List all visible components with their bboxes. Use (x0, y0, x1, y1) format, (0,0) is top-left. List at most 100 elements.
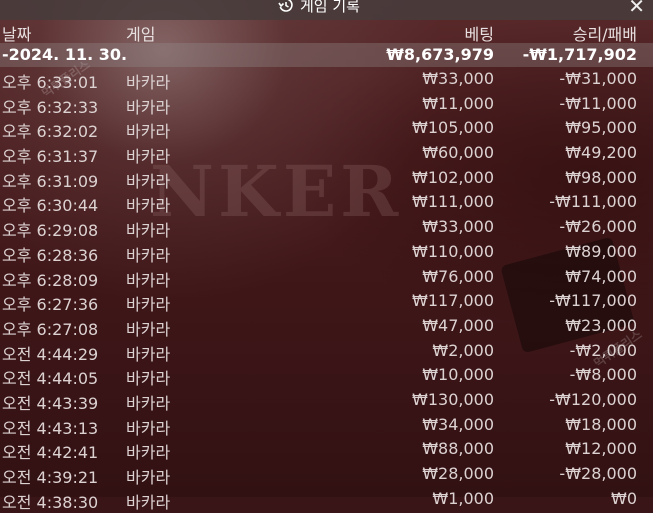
table-row[interactable]: 오전 4:39:21 바카라 ₩28,000 -₩28,000 (0, 462, 653, 487)
summary-result-total: -₩1,717,902 (522, 45, 637, 64)
row-bet: ₩76,000 (422, 266, 494, 286)
row-game: 바카라 (126, 418, 171, 438)
table-row[interactable]: 오후 6:28:09 바카라 ₩76,000 ₩74,000 (0, 265, 653, 290)
row-result: -₩8,000 (569, 365, 637, 385)
table-row[interactable]: 오후 6:31:37 바카라 ₩60,000 ₩49,200 (0, 141, 653, 166)
table-row[interactable]: 오전 4:44:05 바카라 ₩10,000 -₩8,000 (0, 363, 653, 388)
table-row[interactable]: 오후 6:33:01 바카라 ₩33,000 -₩31,000 (0, 67, 653, 92)
row-game: 바카라 (126, 319, 171, 339)
column-header-bet[interactable]: 베팅 (465, 21, 494, 45)
row-game: 바카라 (126, 245, 171, 265)
row-result: ₩0 (611, 488, 637, 508)
row-game: 바카라 (126, 468, 171, 487)
row-bet: ₩117,000 (412, 291, 494, 311)
row-bet: ₩34,000 (422, 414, 494, 434)
row-game: 바카라 (126, 122, 171, 142)
table-row[interactable]: 오전 4:38:30 바카라 ₩1,000 ₩0 (0, 487, 653, 512)
table-row[interactable]: 오후 6:29:08 바카라 ₩33,000 -₩26,000 (0, 215, 653, 240)
row-bet: ₩130,000 (412, 389, 494, 409)
row-bet: ₩33,000 (422, 217, 494, 237)
row-bet: ₩102,000 (412, 167, 494, 187)
date-summary-row[interactable]: -2024. 11. 30. ₩8,673,979 -₩1,717,902 (0, 43, 653, 67)
table-row[interactable]: 오후 6:27:36 바카라 ₩117,000 -₩117,000 (0, 289, 653, 314)
row-result: ₩98,000 (565, 167, 637, 187)
summary-bet-total: ₩8,673,979 (386, 45, 494, 64)
row-time: 오후 6:32:33 (2, 97, 99, 117)
row-bet: ₩28,000 (422, 464, 494, 483)
row-result: -₩11,000 (559, 93, 637, 113)
row-game: 바카라 (126, 171, 171, 191)
row-time: 오전 4:38:30 (2, 492, 99, 512)
row-result: ₩23,000 (565, 315, 637, 335)
row-result: ₩49,200 (565, 143, 637, 163)
row-game: 바카라 (126, 73, 171, 92)
table-row[interactable]: 오후 6:32:02 바카라 ₩105,000 ₩95,000 (0, 116, 653, 141)
table-row[interactable]: 오후 6:27:08 바카라 ₩47,000 ₩23,000 (0, 314, 653, 339)
row-time: 오전 4:42:41 (2, 443, 99, 463)
table-row[interactable]: 오후 6:28:36 바카라 ₩110,000 ₩89,000 (0, 240, 653, 265)
row-game: 바카라 (126, 97, 171, 117)
row-result: ₩89,000 (565, 241, 637, 261)
row-time: 오전 4:44:05 (2, 369, 99, 389)
table-row[interactable]: 오후 6:32:33 바카라 ₩11,000 -₩11,000 (0, 92, 653, 117)
row-time: 오후 6:31:09 (2, 171, 99, 191)
row-time: 오전 4:44:29 (2, 344, 99, 364)
row-time: 오전 4:39:21 (2, 468, 99, 487)
row-game: 바카라 (126, 196, 171, 216)
close-icon[interactable]: ✕ (628, 0, 645, 18)
column-header-game[interactable]: 게임 (126, 21, 155, 45)
row-time: 오후 6:28:09 (2, 270, 99, 290)
table-row[interactable]: 오후 6:31:09 바카라 ₩102,000 ₩98,000 (0, 166, 653, 191)
row-bet: ₩33,000 (422, 69, 494, 88)
row-result: -₩28,000 (559, 464, 637, 483)
row-bet: ₩47,000 (422, 315, 494, 335)
row-result: -₩2,000 (569, 340, 637, 360)
row-bet: ₩105,000 (412, 118, 494, 138)
row-result: ₩18,000 (565, 414, 637, 434)
row-result: -₩120,000 (549, 389, 637, 409)
row-game: 바카라 (126, 369, 171, 389)
row-bet: ₩111,000 (412, 192, 494, 212)
row-game: 바카라 (126, 393, 171, 413)
table-header: 날짜 게임 베팅 승리/패배 (0, 20, 653, 45)
row-result: -₩31,000 (559, 69, 637, 88)
row-time: 오후 6:27:36 (2, 295, 99, 315)
summary-date: -2024. 11. 30. (2, 45, 128, 64)
window-title: 게임 기록 (278, 0, 360, 15)
row-result: -₩117,000 (549, 291, 637, 311)
row-time: 오후 6:33:01 (2, 73, 99, 92)
row-bet: ₩2,000 (432, 340, 494, 360)
row-result: -₩111,000 (549, 192, 637, 212)
row-bet: ₩10,000 (422, 365, 494, 385)
table-row[interactable]: 오전 4:44:29 바카라 ₩2,000 -₩2,000 (0, 339, 653, 364)
column-header-date[interactable]: 날짜 (2, 21, 31, 45)
table-row[interactable]: 오후 6:30:44 바카라 ₩111,000 -₩111,000 (0, 190, 653, 215)
row-bet: ₩11,000 (422, 93, 494, 113)
row-game: 바카라 (126, 344, 171, 364)
row-time: 오후 6:30:44 (2, 196, 99, 216)
row-time: 오후 6:31:37 (2, 147, 99, 167)
title-bar: 게임 기록 ✕ (0, 0, 653, 20)
row-result: ₩95,000 (565, 118, 637, 138)
row-bet: ₩110,000 (412, 241, 494, 261)
row-time: 오전 4:43:39 (2, 393, 99, 413)
row-time: 오전 4:43:13 (2, 418, 99, 438)
row-time: 오후 6:32:02 (2, 122, 99, 142)
row-game: 바카라 (126, 492, 171, 512)
row-game: 바카라 (126, 147, 171, 167)
column-header-result[interactable]: 승리/패배 (573, 21, 637, 45)
row-result: -₩26,000 (559, 217, 637, 237)
table-row[interactable]: 오전 4:43:13 바카라 ₩34,000 ₩18,000 (0, 413, 653, 438)
table-row[interactable]: 오전 4:42:41 바카라 ₩88,000 ₩12,000 (0, 437, 653, 462)
row-time: 오후 6:27:08 (2, 319, 99, 339)
row-game: 바카라 (126, 270, 171, 290)
history-list: 오후 6:33:01 바카라 ₩33,000 -₩31,000 오후 6:32:33 바카… (0, 67, 653, 512)
row-bet: ₩60,000 (422, 143, 494, 163)
window-title-text: 게임 기록 (300, 0, 360, 15)
row-time: 오후 6:28:36 (2, 245, 99, 265)
table-row[interactable]: 오전 4:43:39 바카라 ₩130,000 -₩120,000 (0, 388, 653, 413)
row-time: 오후 6:29:08 (2, 221, 99, 241)
row-game: 바카라 (126, 295, 171, 315)
row-bet: ₩1,000 (432, 488, 494, 508)
row-result: ₩74,000 (565, 266, 637, 286)
